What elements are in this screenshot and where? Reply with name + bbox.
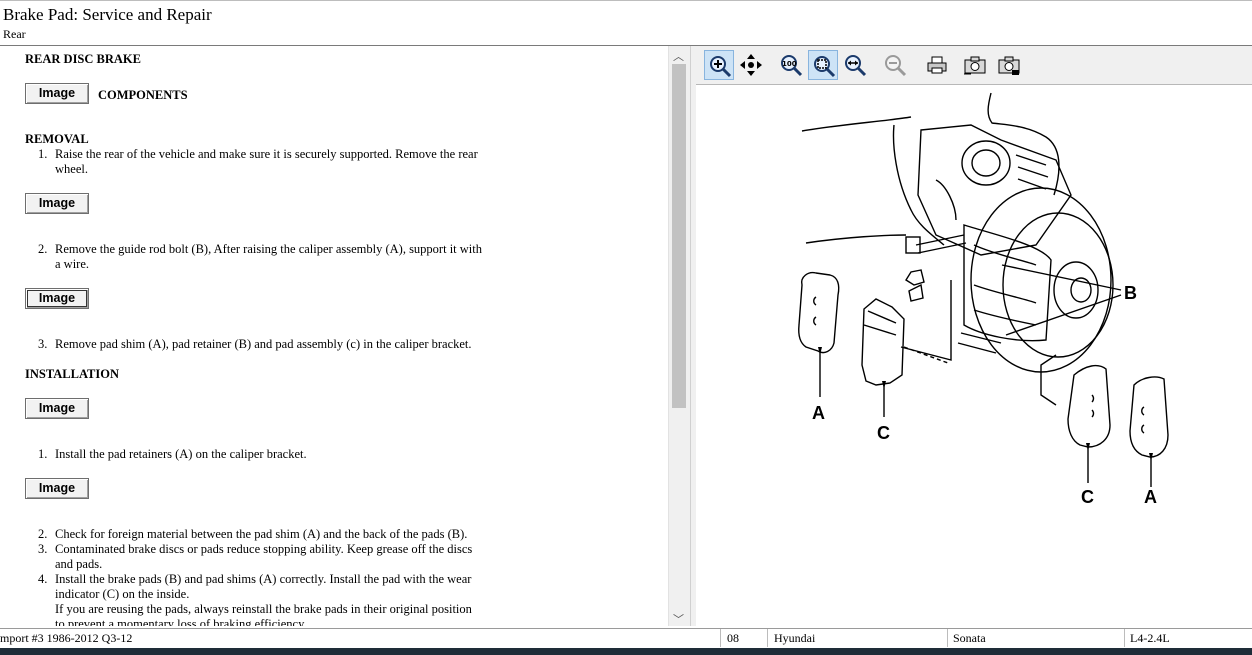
step-text: Install the pad retainers (A) on the cal… [55,447,307,461]
image-button-components[interactable]: Image [25,83,89,104]
actual-size-button[interactable]: 100 [776,50,806,80]
zoom-out-button[interactable] [880,50,910,80]
callout-label: B [1124,283,1137,303]
step-number: 4. [38,572,48,586]
scroll-down-arrow-icon[interactable]: ﹀ [668,611,689,626]
status-engine: L4-2.4L [1130,631,1170,645]
status-make: Hyundai [774,631,816,645]
page-subtitle: Rear [3,27,26,41]
page-title: Brake Pad: Service and Repair [3,5,212,24]
zoom-in-tool-button[interactable] [704,50,734,80]
svg-text:100: 100 [782,60,797,68]
status-separator [947,629,948,647]
zoom-fit-button[interactable] [808,50,838,80]
status-bar [0,628,1252,648]
removal-heading: REMOVAL [25,132,89,146]
camera-save-icon [998,56,1020,75]
status-separator [720,629,721,647]
scroll-up-arrow-icon[interactable]: ︿ [668,48,689,63]
step-number: 1. [38,147,48,161]
callout-label: A [812,403,825,423]
status-model: Sonata [953,631,986,645]
zoom-in-icon [710,56,732,78]
step-number: 1. [38,447,48,461]
step-text: to prevent a momentary loss of braking e… [55,617,307,626]
actual-size-100-icon: 100 [781,55,803,77]
step-text: Check for foreign material between the p… [55,527,468,541]
step-number: 3. [38,542,48,556]
step-text: wheel. [55,162,88,176]
brake-assembly-diagram: B A C C A [798,92,1169,507]
step-text: Contaminated brake discs or pads reduce … [55,542,473,556]
print-button[interactable] [922,50,952,80]
zoom-fit-icon [814,56,836,78]
step-text: indicator (C) on the inside. [55,587,190,601]
save-image-button[interactable] [994,50,1024,80]
status-source: mport #3 1986-2012 Q3-12 [0,631,133,645]
copy-image-button[interactable] [960,50,990,80]
camera-icon [964,56,986,75]
step-text: If you are reusing the pads, always rein… [55,602,472,616]
callout-label: C [877,423,890,443]
callout-label: C [1081,487,1094,507]
status-separator [1124,629,1125,647]
step-text: Install the brake pads (B) and pad shims… [55,572,472,586]
step-text: Remove pad shim (A), pad retainer (B) an… [55,337,472,351]
step-text: and pads. [55,557,103,571]
status-year: 08 [727,631,739,645]
step-text: a wire. [55,257,90,271]
callout-label: A [1144,487,1157,507]
image-button-installation-1[interactable]: Image [25,478,89,499]
image-button-removal-1[interactable]: Image [25,193,89,214]
image-button-removal-2[interactable]: Image [25,288,89,309]
pan-tool-button[interactable] [736,50,766,80]
taskbar-strip [0,648,1252,655]
step-number: 2. [38,527,48,541]
step-number: 2. [38,242,48,256]
zoom-width-icon [845,55,867,77]
step-text: Remove the guide rod bolt (B), After rai… [55,242,482,256]
scrollbar-thumb[interactable] [672,64,686,408]
section-heading-rear-disc-brake: REAR DISC BRAKE [25,52,141,66]
components-label: COMPONENTS [98,88,188,102]
procedure-text-pane: REAR DISC BRAKE Image COMPONENTS REMOVAL… [0,46,668,626]
pan-icon [740,54,762,76]
printer-icon [927,56,947,74]
installation-heading: INSTALLATION [25,367,120,381]
step-number: 3. [38,337,48,351]
step-text: Raise the rear of the vehicle and make s… [55,147,478,161]
zoom-out-icon [885,55,907,77]
status-separator [767,629,768,647]
image-button-installation[interactable]: Image [25,398,89,419]
zoom-width-button[interactable] [840,50,870,80]
